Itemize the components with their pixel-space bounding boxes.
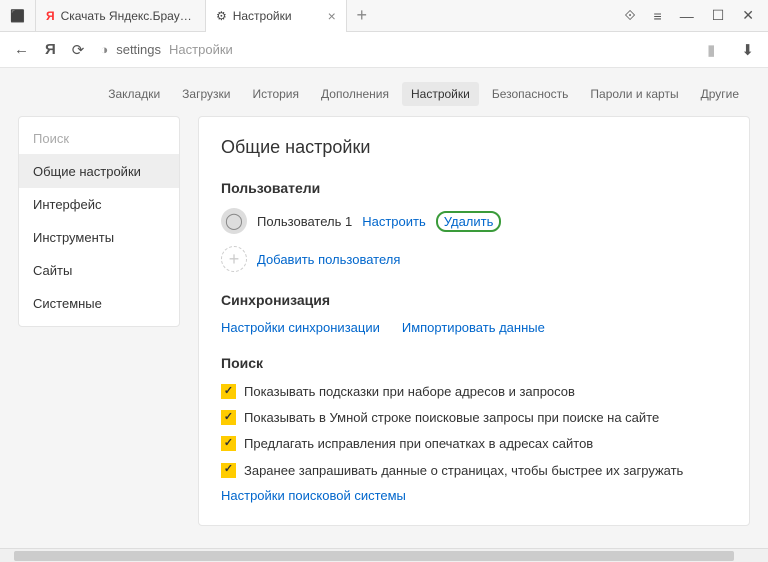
close-icon[interactable]: × — [328, 8, 336, 24]
checkbox-icon: ✓ — [221, 384, 236, 399]
settings-panel: Общие настройки Пользователи ◯ Пользоват… — [198, 116, 750, 526]
settings-top-nav: Закладки Загрузки История Дополнения Нас… — [0, 68, 768, 116]
checkbox-icon: ✓ — [221, 436, 236, 451]
sidebar-item-interface[interactable]: Интерфейс — [19, 188, 179, 221]
nav-downloads[interactable]: Загрузки — [173, 82, 239, 106]
address-text-2: Настройки — [169, 42, 233, 57]
section-users-heading: Пользователи — [221, 180, 727, 196]
sidebar-search[interactable]: Поиск — [19, 123, 179, 155]
sidebar-item-system[interactable]: Системные — [19, 287, 179, 320]
settings-sidebar: Поиск Общие настройки Интерфейс Инструме… — [18, 116, 180, 327]
window-controls: ⟐ ≡ — ☐ ✕ — [624, 7, 768, 24]
tab-icon: ⬛ — [10, 9, 25, 23]
search-engine-settings-link[interactable]: Настройки поисковой системы — [221, 488, 406, 503]
import-data-link[interactable]: Импортировать данные — [402, 320, 545, 335]
add-user-row: + Добавить пользователя — [221, 246, 727, 272]
checkbox-smartbar[interactable]: ✓ Показывать в Умной строке поисковые зап… — [221, 409, 727, 427]
checkbox-icon: ✓ — [221, 410, 236, 425]
horizontal-scrollbar[interactable] — [0, 548, 768, 562]
sidebar-item-tools[interactable]: Инструменты — [19, 221, 179, 254]
reload-button[interactable]: ⟳ — [72, 41, 85, 59]
nav-other[interactable]: Другие — [692, 82, 748, 106]
bookmark-page-icon[interactable]: ▮ — [707, 41, 715, 59]
site-info-icon[interactable]: ◑ — [100, 42, 108, 57]
nav-bookmarks[interactable]: Закладки — [99, 82, 169, 106]
checkbox-prefetch[interactable]: ✓ Заранее запрашивать данные о страницах,… — [221, 462, 727, 480]
add-user-link[interactable]: Добавить пользователя — [257, 252, 400, 267]
tab-download-yandex[interactable]: Я Скачать Яндекс.Браузер д — [36, 0, 206, 32]
configure-user-link[interactable]: Настроить — [362, 214, 426, 229]
tab-settings[interactable]: ⚙ Настройки × — [206, 0, 347, 32]
sync-links: Настройки синхронизации Импортировать да… — [221, 320, 727, 335]
new-tab-button[interactable]: + — [347, 5, 377, 26]
yandex-home-icon[interactable]: Я — [45, 41, 56, 58]
checkbox-typos[interactable]: ✓ Предлагать исправления при опечатках в … — [221, 435, 727, 453]
download-icon[interactable]: ⬇ — [741, 41, 754, 59]
checkbox-label: Заранее запрашивать данные о страницах, … — [244, 462, 683, 480]
sidebar-item-general[interactable]: Общие настройки — [19, 155, 179, 188]
nav-security[interactable]: Безопасность — [483, 82, 578, 106]
back-button[interactable]: ← — [14, 41, 29, 58]
add-icon[interactable]: + — [221, 246, 247, 272]
close-button[interactable]: ✕ — [742, 7, 754, 24]
toolbar: ← Я ⟳ ◑ settings Настройки ▮ ⬇ — [0, 32, 768, 68]
tab-bar: ⬛ Я Скачать Яндекс.Браузер д ⚙ Настройки… — [0, 0, 768, 32]
checkbox-suggestions[interactable]: ✓ Показывать подсказки при наборе адресов… — [221, 383, 727, 401]
checkbox-label: Показывать в Умной строке поисковые запр… — [244, 409, 659, 427]
nav-addons[interactable]: Дополнения — [312, 82, 398, 106]
nav-passwords[interactable]: Пароли и карты — [581, 82, 687, 106]
bookmark-icon[interactable]: ⟐ — [624, 7, 635, 24]
content-area: Закладки Загрузки История Дополнения Нас… — [0, 68, 768, 562]
maximize-button[interactable]: ☐ — [712, 7, 725, 24]
avatar-icon: ◯ — [221, 208, 247, 234]
checkbox-label: Предлагать исправления при опечатках в а… — [244, 435, 593, 453]
sync-settings-link[interactable]: Настройки синхронизации — [221, 320, 380, 335]
user-row: ◯ Пользователь 1 Настроить Удалить — [221, 208, 727, 234]
address-text-1: settings — [116, 42, 161, 57]
delete-user-link[interactable]: Удалить — [436, 211, 502, 232]
gear-icon: ⚙ — [216, 9, 227, 23]
user-name: Пользователь 1 — [257, 214, 352, 229]
nav-history[interactable]: История — [243, 82, 308, 106]
minimize-button[interactable]: — — [680, 8, 694, 24]
checkbox-icon: ✓ — [221, 463, 236, 478]
tab-label: Скачать Яндекс.Браузер д — [61, 9, 195, 23]
section-sync-heading: Синхронизация — [221, 292, 727, 308]
yandex-icon: Я — [46, 9, 55, 23]
checkbox-label: Показывать подсказки при наборе адресов … — [244, 383, 575, 401]
address-bar[interactable]: ◑ settings Настройки — [100, 42, 691, 57]
sidebar-item-sites[interactable]: Сайты — [19, 254, 179, 287]
main-layout: Поиск Общие настройки Интерфейс Инструме… — [0, 116, 768, 562]
tab-blank[interactable]: ⬛ — [0, 0, 36, 32]
menu-icon[interactable]: ≡ — [654, 8, 662, 24]
scrollbar-thumb[interactable] — [14, 551, 734, 561]
nav-settings[interactable]: Настройки — [402, 82, 479, 106]
section-search-heading: Поиск — [221, 355, 727, 371]
tab-label: Настройки — [233, 9, 292, 23]
page-title: Общие настройки — [221, 137, 727, 158]
